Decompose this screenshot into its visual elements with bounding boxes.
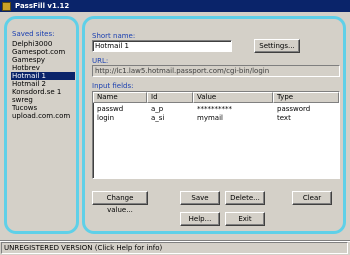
cell-id: a_si [151,114,165,122]
window-title: PassFill v1.12 [15,2,70,10]
exit-button[interactable]: Exit [225,212,265,226]
cell-type: text [277,114,291,122]
short-name-label: Short name: [92,32,136,40]
column-header-name[interactable]: Name [93,92,147,103]
saved-sites-list[interactable]: Delphi3000 Gamespot.com Gamespy Hotbrev … [11,40,75,120]
table-row[interactable]: login a_si mymail text [93,114,339,123]
status-bar: UNREGISTERED VERSION (Click Help for inf… [0,240,350,255]
cell-value: mymail [197,114,223,122]
short-name-input[interactable]: Hotmail 1 [92,40,232,52]
site-item[interactable]: Hotbrev [11,64,75,72]
site-item[interactable]: swreg [11,96,75,104]
site-item[interactable]: Tucows [11,104,75,112]
change-value-button[interactable]: Change value... [92,191,148,214]
site-item[interactable]: Gamespot.com [11,48,75,56]
url-label: URL: [92,57,109,65]
cell-type: password [277,105,311,113]
input-fields-table[interactable]: Name Id Value Type passwd a_p **********… [92,91,340,179]
save-button[interactable]: Save [180,191,220,205]
cell-name: passwd [97,105,124,113]
site-item-selected[interactable]: Hotmail 1 [11,72,75,80]
site-item[interactable]: Gamespy [11,56,75,64]
clear-button[interactable]: Clear [292,191,332,205]
input-fields-label: Input fields: [92,82,134,90]
cell-name: login [97,114,115,122]
site-item[interactable]: Konsdord.se 1 [11,88,75,96]
title-bar[interactable]: PassFill v1.12 [0,0,350,12]
status-text[interactable]: UNREGISTERED VERSION (Click Help for inf… [1,242,348,254]
table-header: Name Id Value Type [93,92,339,103]
saved-sites-label: Saved sites: [12,30,55,38]
site-item[interactable]: upload.com.com [11,112,75,120]
column-header-type[interactable]: Type [273,92,339,103]
site-details-panel: Short name: Hotmail 1 Settings... URL: h… [82,16,346,234]
table-row[interactable]: passwd a_p ********** password [93,105,339,114]
settings-button[interactable]: Settings... [254,39,300,53]
saved-sites-panel: Saved sites: Delphi3000 Gamespot.com Gam… [4,16,79,234]
cell-id: a_p [151,105,164,113]
site-item[interactable]: Delphi3000 [11,40,75,48]
help-button[interactable]: Help... [180,212,220,226]
url-field: http://lc1.law5.hotmail.passport.com/cgi… [92,65,340,77]
column-header-value[interactable]: Value [193,92,273,103]
cell-value: ********** [197,105,232,113]
delete-button[interactable]: Delete... [225,191,265,205]
column-header-id[interactable]: Id [147,92,193,103]
site-item[interactable]: Hotmail 2 [11,80,75,88]
passfill-app-icon [2,1,11,11]
